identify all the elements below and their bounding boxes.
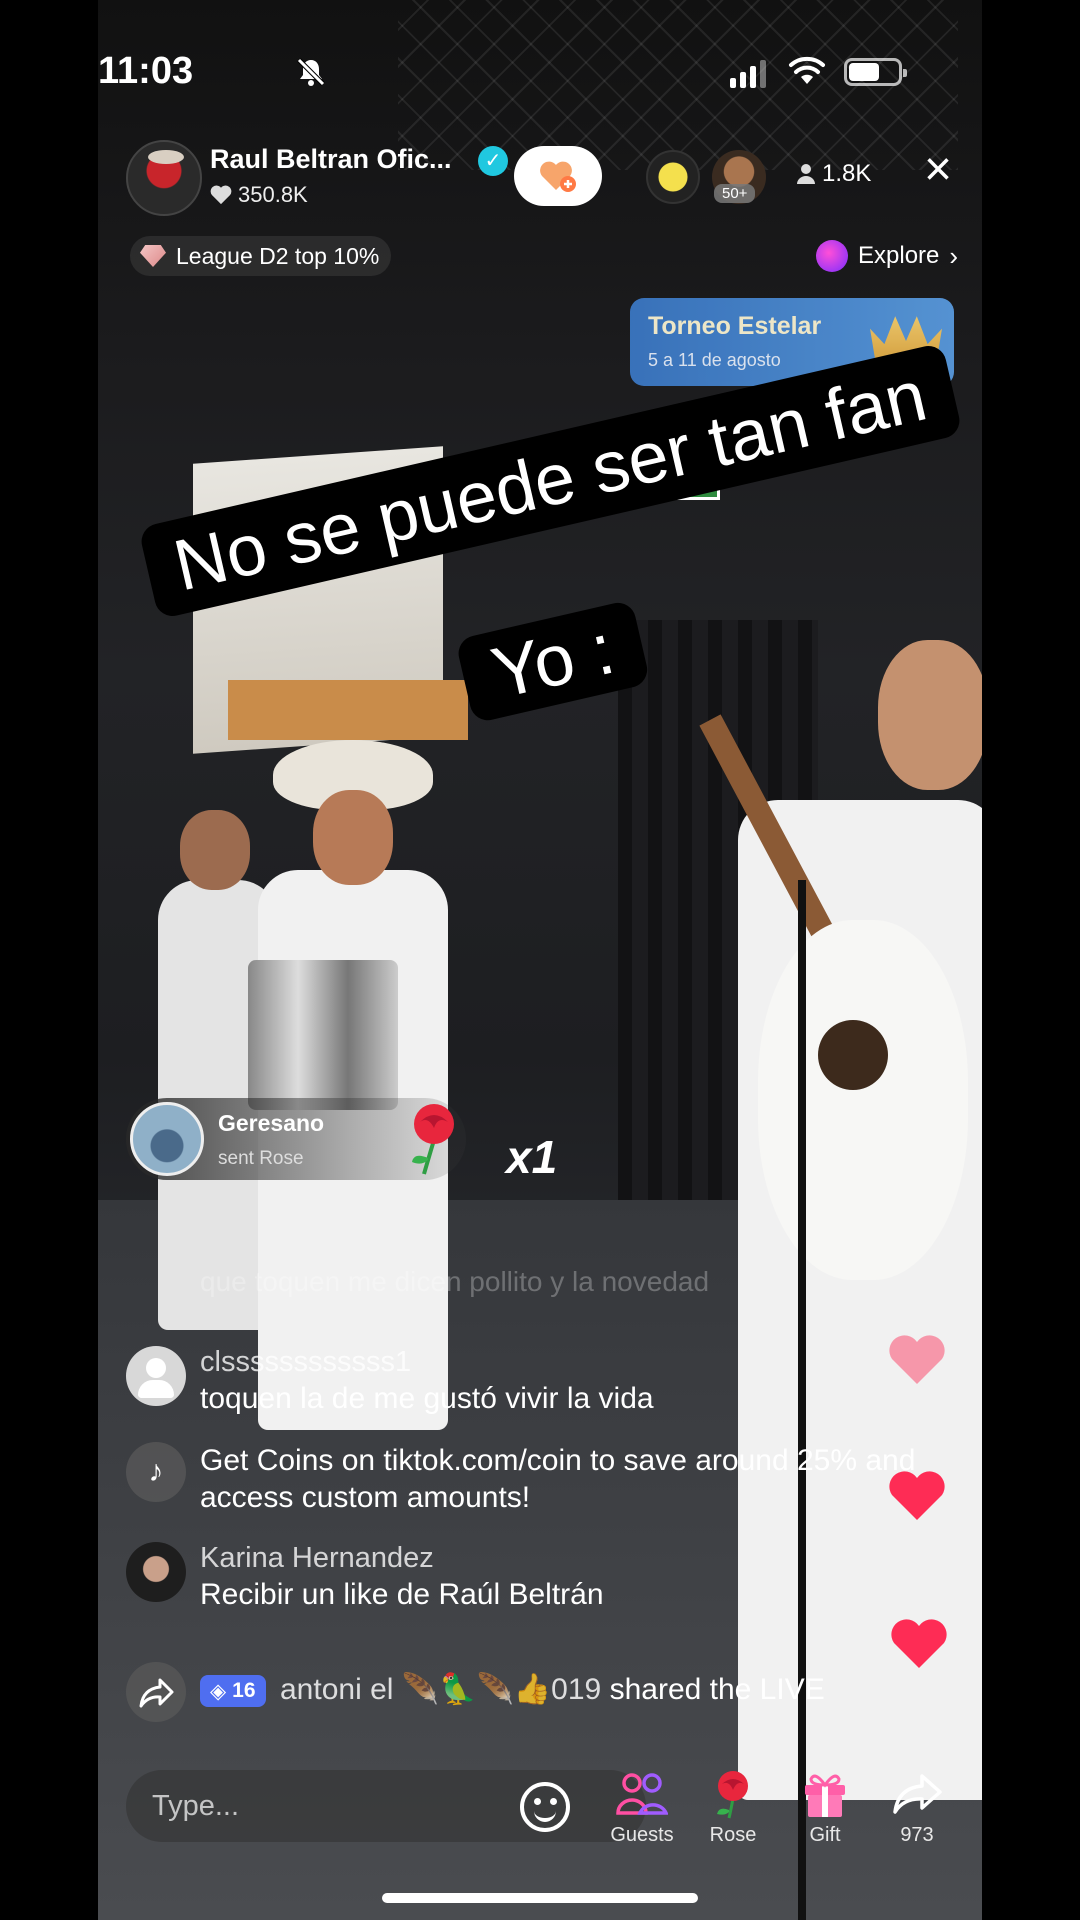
top-viewer-badge: 50+ [714,184,756,203]
heart-plus-icon [540,161,576,192]
explore-label: Explore [858,242,940,269]
chat-text: toquen la de me gustó vivir la vida [200,1382,654,1415]
gift-action: sent Rose [218,1148,304,1169]
rose-icon [717,1771,748,1819]
share-notification[interactable]: ◈ 16 antoni el 🪶🦜🪶👍019 shared the LIVE [126,1662,926,1722]
planet-icon [816,240,848,272]
acoustic-guitar [758,920,968,1280]
host-name: Raul Beltran Ofic... [210,144,452,174]
rose-button[interactable]: Rose [693,1768,773,1847]
banner-subtitle: 5 a 11 de agosto [648,350,781,370]
league-label: League D2 top 10% [176,242,380,269]
pillarbox-right [982,0,1080,1920]
host-likes: 350.8K [210,182,308,208]
pillarbox-left [0,0,98,1920]
viewer-count-value: 1.8K [822,160,872,187]
floating-heart-icon [889,1471,945,1520]
gift-label: Gift [809,1824,841,1846]
battery-icon [844,58,907,86]
chat-username: Karina Hernandez [200,1542,434,1574]
faded-chat-message: que toquen me dicen pollito y la novedad [200,1266,710,1297]
league-pill[interactable]: League D2 top 10% [130,236,392,276]
gift-count: x1 [506,1131,558,1183]
guests-button[interactable]: Guests [602,1768,682,1847]
stage-light-box [228,680,468,740]
gift-sender-avatar[interactable] [130,1102,204,1176]
gift-sender-name: Geresano [218,1110,325,1136]
verified-badge-icon: ✓ [478,146,508,176]
home-indicator[interactable] [382,1893,698,1903]
gift-button[interactable]: Gift [785,1768,865,1847]
share-text: antoni el 🪶🦜🪶👍019 shared the LIVE [280,1672,825,1707]
status-time: 11:03 [98,50,194,92]
avatar[interactable] [126,1346,186,1406]
guests-icon [616,1773,668,1815]
level-diamond-icon: ◈ [210,1679,227,1703]
chat-text: Recibir un like de Raúl Beltrán [200,1578,604,1611]
floating-heart-icon [889,1335,945,1384]
likes-count: 350.8K [238,182,308,207]
gift-icon [805,1774,845,1817]
chat-username: clssssssssssss1 [200,1346,412,1378]
top-viewers[interactable]: 50+ [646,150,766,210]
share-button[interactable]: 973 [877,1768,957,1847]
live-video-background [98,0,982,1920]
floating-heart-icon [891,1619,947,1668]
chat-text: Get Coins on tiktok.com/coin to save aro… [200,1444,916,1514]
cellular-signal-icon [730,60,766,88]
level-number: 16 [232,1679,256,1702]
avatar[interactable] [126,1542,186,1602]
explore-button[interactable]: Explore › [816,236,958,276]
guests-label: Guests [610,1824,674,1846]
diamond-icon [140,245,166,267]
person-icon [797,164,815,184]
heart-icon [210,185,232,205]
share-icon [893,1774,942,1814]
emoji-icon[interactable] [520,1782,570,1832]
banner-title: Torneo Estelar [648,312,822,340]
share-action: shared the LIVE [609,1673,825,1706]
host-avatar[interactable] [126,140,202,216]
share-count: 973 [900,1824,934,1846]
rose-label: Rose [709,1824,757,1846]
follow-button[interactable] [514,146,602,206]
comment-placeholder: Type... [152,1790,240,1822]
chevron-right-icon: › [949,240,959,271]
wifi-icon [789,56,825,84]
mic-stand [798,880,806,1920]
share-username: antoni el 🪶🦜🪶👍019 [280,1673,602,1706]
share-arrow-icon [126,1662,186,1722]
top-viewer-avatar[interactable] [646,150,700,204]
rose-icon [412,1104,454,1175]
tiktok-icon: ♪ [126,1442,186,1502]
viewer-count[interactable]: 1.8K [796,160,871,188]
level-badge: ◈ 16 [200,1675,266,1707]
close-icon[interactable]: × [916,146,960,194]
bell-muted-icon [297,58,325,86]
